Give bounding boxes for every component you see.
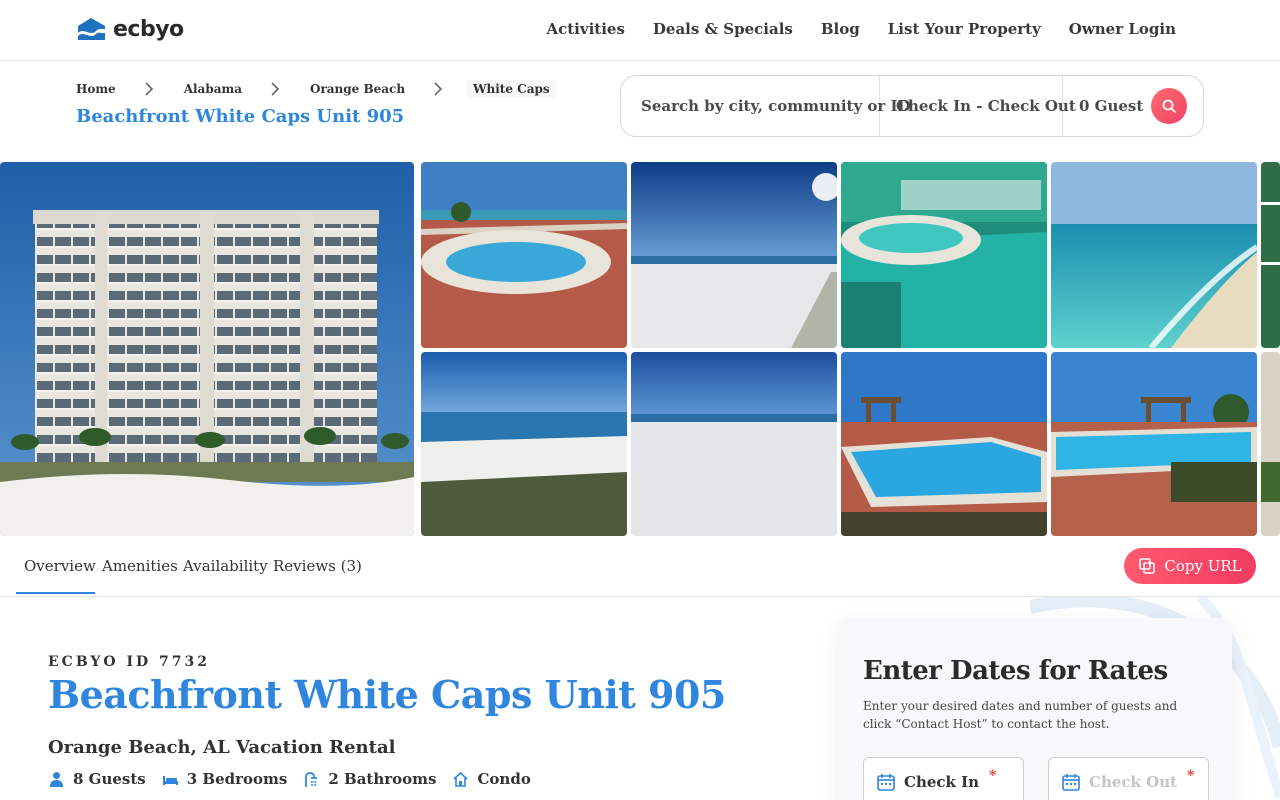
copy-icon [1139, 558, 1156, 574]
date-range-picker[interactable]: Check In - Check Out [880, 76, 1076, 136]
required-mark: * [1187, 768, 1195, 784]
search-icon [1162, 99, 1176, 113]
required-mark: * [989, 768, 997, 784]
gallery-photo[interactable] [1261, 162, 1280, 348]
rates-description: Enter your desired dates and number of g… [863, 699, 1178, 731]
logo-wave-icon [78, 18, 105, 40]
nav-activities[interactable]: Activities [546, 20, 624, 38]
logo[interactable]: ecbyo [76, 16, 184, 42]
chevron-right-icon [271, 82, 280, 96]
rates-title: Enter Dates for Rates [863, 656, 1168, 686]
gallery-photo[interactable] [841, 352, 1047, 536]
nav-deals-specials[interactable]: Deals & Specials [653, 20, 793, 38]
listing-tabs: Overview Amenities Availability Reviews … [0, 537, 1280, 597]
main-nav: Activities Deals & Specials Blog List Yo… [546, 20, 1176, 38]
gallery-photo[interactable] [421, 162, 627, 348]
check-out-field[interactable]: Check Out * [1048, 757, 1209, 800]
calendar-icon [877, 774, 895, 791]
feature-guests: 8 Guests [48, 770, 146, 788]
calendar-icon [1062, 774, 1080, 791]
shower-icon [305, 771, 318, 787]
chevron-right-icon [434, 82, 443, 96]
breadcrumb: Home Alabama Orange Beach White Caps [76, 80, 556, 98]
search-input[interactable]: Search by city, community or ID [621, 76, 911, 136]
breadcrumb-orange-beach[interactable]: Orange Beach [310, 82, 405, 96]
gallery-photo[interactable] [1051, 162, 1257, 348]
nav-blog[interactable]: Blog [821, 20, 860, 38]
breadcrumb-alabama[interactable]: Alabama [184, 82, 242, 96]
copy-url-label: Copy URL [1164, 557, 1242, 575]
gallery-photo[interactable] [1261, 352, 1280, 536]
rates-card: Enter Dates for Rates Enter your desired… [838, 618, 1232, 800]
site-header: ecbyo Activities Deals & Specials Blog L… [0, 0, 1280, 61]
search-bar: Search by city, community or ID Check In… [620, 75, 1204, 137]
photo-gallery [0, 162, 1280, 536]
feature-type-label: Condo [477, 770, 531, 788]
guest-selector[interactable]: 0 Guest [1063, 76, 1153, 136]
listing-location: Orange Beach, AL Vacation Rental [48, 737, 396, 758]
listing-id: ECBYO ID 7732 [48, 654, 210, 670]
tab-overview[interactable]: Overview [24, 557, 96, 575]
nav-owner-login[interactable]: Owner Login [1069, 20, 1176, 38]
search-button[interactable] [1151, 88, 1187, 124]
main-photo[interactable] [0, 162, 414, 536]
tab-availability[interactable]: Availability [183, 557, 268, 575]
listing-features: 8 Guests 3 Bedrooms 2 Bathrooms Condo [48, 770, 547, 788]
breadcrumb-home[interactable]: Home [76, 82, 116, 96]
feature-bedrooms: 3 Bedrooms [162, 770, 288, 788]
bed-icon [162, 775, 178, 785]
listing-title: Beachfront White Caps Unit 905 [48, 672, 726, 717]
page-subtitle: Beachfront White Caps Unit 905 [76, 106, 405, 127]
breadcrumb-white-caps[interactable]: White Caps [467, 80, 556, 98]
nav-list-your-property[interactable]: List Your Property [888, 20, 1041, 38]
gallery-photo[interactable] [1051, 352, 1257, 536]
copy-url-button[interactable]: Copy URL [1124, 548, 1256, 584]
check-in-field[interactable]: Check In * [863, 757, 1024, 800]
check-out-label: Check Out [1089, 773, 1178, 791]
feature-bedrooms-label: 3 Bedrooms [186, 770, 288, 788]
gallery-photo[interactable] [631, 352, 837, 536]
gallery-photo[interactable] [631, 162, 837, 348]
logo-text: ecbyo [113, 16, 184, 42]
person-icon [50, 771, 63, 787]
feature-type: Condo [452, 770, 531, 788]
tab-amenities[interactable]: Amenities [102, 557, 178, 575]
gallery-photo[interactable] [421, 352, 627, 536]
feature-bathrooms-label: 2 Bathrooms [328, 770, 437, 788]
feature-guests-label: 8 Guests [73, 770, 146, 788]
check-in-label: Check In [904, 773, 980, 791]
gallery-photo[interactable] [841, 162, 1047, 348]
chevron-right-icon [145, 82, 153, 96]
active-tab-indicator [16, 592, 95, 594]
feature-bathrooms: 2 Bathrooms [303, 770, 436, 788]
tab-reviews[interactable]: Reviews (3) [273, 557, 362, 575]
home-icon [453, 771, 469, 787]
